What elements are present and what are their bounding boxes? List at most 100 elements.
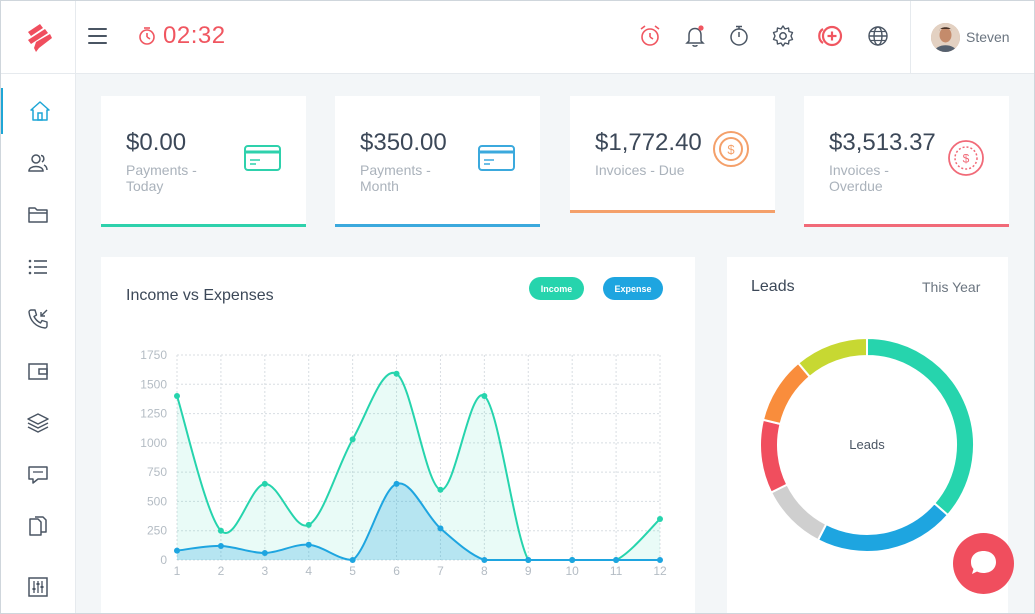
leads-period-filter[interactable]: This Year (922, 279, 980, 295)
bell-icon[interactable] (682, 23, 708, 49)
data-point-expense[interactable] (613, 557, 620, 563)
sidebar-item-users[interactable] (0, 140, 76, 186)
donut-slice[interactable] (866, 336, 975, 517)
x-tick-label: 10 (566, 564, 580, 578)
data-point-expense[interactable] (174, 547, 180, 554)
sidebar-item-documents[interactable] (0, 504, 76, 550)
x-tick-label: 5 (349, 564, 356, 578)
chat-widget-button[interactable] (953, 533, 1014, 594)
sidebar-item-wallet[interactable] (0, 348, 76, 394)
timer-text: 02:32 (163, 22, 226, 49)
brand-area (0, 0, 76, 74)
stopwatch-icon (139, 27, 155, 45)
logo-icon[interactable] (24, 20, 54, 54)
menu-line (88, 28, 107, 30)
sliders-icon (28, 577, 48, 597)
sidebar-item-tasks[interactable] (0, 244, 76, 290)
x-tick-label: 7 (437, 564, 444, 578)
sidebar-item-calls[interactable] (0, 296, 76, 342)
x-tick-label: 9 (525, 564, 532, 578)
data-point-expense[interactable] (569, 557, 576, 563)
menu-line (88, 35, 107, 37)
data-point-expense[interactable] (437, 525, 444, 532)
data-point-expense[interactable] (349, 557, 356, 563)
stat-bar (570, 210, 775, 213)
stat-label: Payments - Today (126, 162, 197, 194)
y-tick-label: 750 (147, 465, 167, 479)
stat-card-invoices-overdue[interactable]: $3,513.37 Invoices - Overdue $ (804, 96, 1009, 227)
income-expenses-chart: 025050075010001250150017501 2 3 4 5 6 7 8 9 10 11 1… (140, 348, 667, 578)
add-circle-icon[interactable] (814, 23, 846, 49)
data-point-income[interactable] (349, 436, 356, 443)
stat-value: $3,513.37 (829, 129, 936, 156)
stat-value: $0.00 (126, 129, 187, 156)
data-point-expense[interactable] (481, 557, 488, 563)
users-icon (28, 154, 48, 172)
data-point-income[interactable] (174, 393, 180, 399)
home-icon (29, 101, 50, 121)
session-timer[interactable]: 02:32 (137, 20, 226, 52)
data-point-income[interactable] (437, 486, 444, 493)
svg-text:$: $ (727, 142, 735, 157)
data-point-expense[interactable] (217, 542, 224, 549)
donut-slice[interactable] (796, 336, 868, 379)
stat-value: $350.00 (360, 129, 447, 156)
sidebar-item-modules[interactable] (0, 400, 76, 446)
data-point-expense[interactable] (525, 557, 532, 563)
chat-bubble-icon (971, 551, 996, 574)
y-tick-label: 1750 (140, 348, 167, 362)
stat-label: Payments - Month (360, 162, 431, 194)
user-menu[interactable]: Steven (910, 0, 1035, 74)
globe-icon[interactable] (865, 23, 891, 49)
data-point-income[interactable] (481, 393, 488, 399)
x-tick-label: 8 (481, 564, 488, 578)
avatar (931, 22, 960, 52)
sidebar-item-home[interactable] (0, 88, 76, 134)
menu-toggle-button[interactable] (86, 24, 110, 48)
donut-slice[interactable] (769, 483, 828, 542)
wallet-icon (28, 363, 48, 380)
layers-icon (27, 413, 49, 433)
data-point-income[interactable] (657, 516, 663, 522)
donut-slice[interactable] (759, 418, 789, 494)
data-point-expense[interactable] (657, 557, 663, 563)
stat-label: Invoices - Overdue (829, 162, 889, 194)
y-tick-label: 1000 (140, 436, 167, 450)
stat-card-payments-month[interactable]: $350.00 Payments - Month (335, 96, 540, 227)
x-tick-label: 6 (393, 564, 400, 578)
x-tick-label: 2 (218, 564, 225, 578)
sidebar-item-projects[interactable] (0, 192, 76, 238)
x-tick-label: 4 (305, 564, 312, 578)
stat-label: Invoices - Due (595, 162, 685, 178)
stopwatch-icon[interactable] (726, 23, 752, 49)
data-point-expense[interactable] (305, 541, 312, 548)
x-tick-label: 12 (653, 564, 667, 578)
data-point-expense[interactable] (393, 480, 400, 487)
leads-title: Leads (751, 278, 795, 295)
data-point-income[interactable] (305, 521, 312, 528)
sidebar-item-support[interactable] (0, 452, 76, 498)
stat-card-invoices-due[interactable]: $1,772.40 Invoices - Due $ (570, 96, 775, 213)
x-tick-label: 1 (174, 564, 181, 578)
stat-bar (804, 224, 1009, 227)
donut-slice[interactable] (761, 361, 812, 426)
stat-bar (335, 224, 540, 227)
stat-card-payments-today[interactable]: $0.00 Payments - Today (101, 96, 306, 227)
sidebar (0, 74, 76, 614)
y-tick-label: 1500 (140, 377, 167, 391)
gear-icon[interactable] (770, 23, 796, 49)
list-icon (28, 259, 47, 275)
donut-slice[interactable] (816, 501, 950, 553)
y-tick-label: 0 (160, 553, 167, 567)
phone-incoming-icon (28, 309, 48, 329)
data-point-income[interactable] (393, 370, 400, 377)
sidebar-item-settings[interactable] (0, 564, 76, 610)
data-point-income[interactable] (261, 480, 268, 487)
data-point-expense[interactable] (261, 549, 268, 556)
data-point-income[interactable] (217, 527, 224, 534)
svg-text:$: $ (963, 152, 970, 166)
x-tick-label: 3 (261, 564, 268, 578)
folder-icon (28, 207, 48, 223)
alarm-clock-icon[interactable] (637, 23, 663, 49)
x-tick-label: 11 (610, 564, 623, 578)
